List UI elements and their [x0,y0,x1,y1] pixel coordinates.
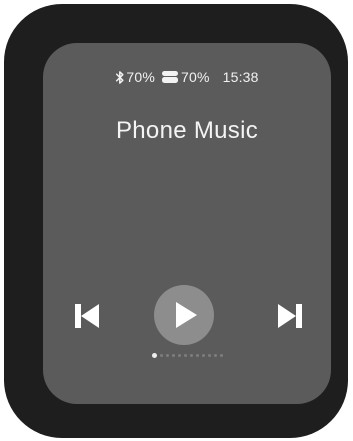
earbuds-case-icon [161,71,178,83]
page-indicator [43,353,331,358]
page-dot [171,354,175,357]
page-dot [195,354,199,357]
page-dot [183,354,187,357]
page-dot [189,354,193,357]
play-icon [176,302,197,328]
page-dot [165,354,169,357]
clock-time: 15:38 [222,69,259,85]
status-bar: 70% 70% 15:38 [43,67,331,87]
watch-screen: 70% 70% 15:38 Phone Music [43,43,331,404]
page-dot [219,354,223,357]
device-frame: 70% 70% 15:38 Phone Music [4,4,348,438]
page-dot [213,354,217,357]
bluetooth-icon [116,70,124,84]
case-battery-level: 70% [180,69,210,85]
page-title: Phone Music [115,117,259,144]
play-button[interactable] [154,285,214,345]
bluetooth-battery-level: 70% [126,69,155,85]
previous-track-button[interactable] [70,299,104,333]
skip-next-icon [278,304,302,328]
page-dot [207,354,211,357]
next-track-button[interactable] [273,299,307,333]
playback-controls [43,285,331,345]
page-dot [177,354,181,357]
page-dot [201,354,205,357]
page-dot-active [151,353,157,358]
skip-previous-icon [75,304,99,328]
page-dot [159,354,163,357]
